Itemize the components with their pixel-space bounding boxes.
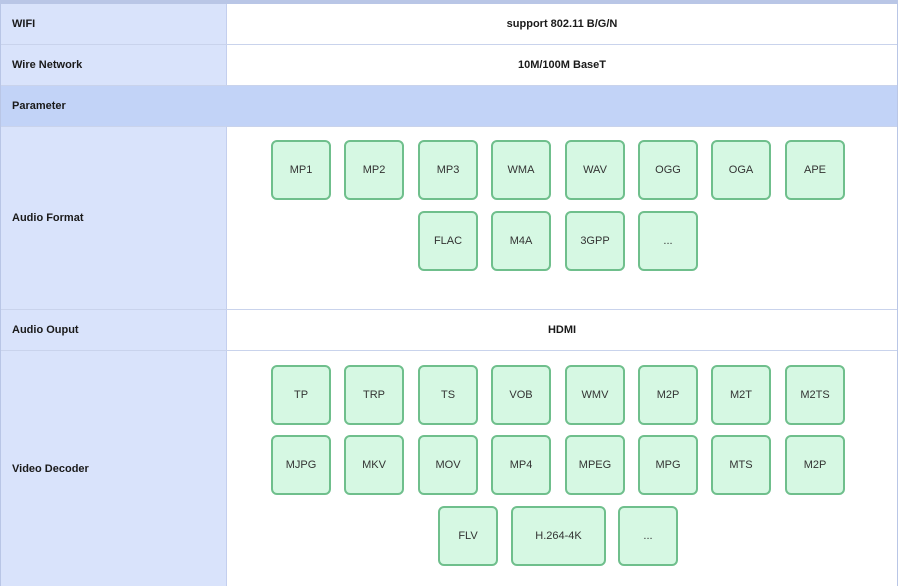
format-chip: WAV	[565, 140, 625, 200]
section-header-parameter: Parameter	[1, 86, 897, 127]
format-chip: M4A	[491, 211, 551, 271]
video-decoder-chips: TP TRP TS VOB WMV M2P M2T M2TS MJPG MKV …	[227, 351, 897, 586]
format-chip: WMA	[491, 140, 551, 200]
format-chip: MTS	[711, 435, 771, 495]
format-chip: VOB	[491, 365, 551, 425]
format-chip: TRP	[344, 365, 404, 425]
row-label: WIFI	[1, 4, 227, 44]
format-chip: MP4	[491, 435, 551, 495]
row-wire-network: Wire Network 10M/100M BaseT	[1, 45, 897, 86]
format-chip: MP1	[271, 140, 331, 200]
format-chip: TS	[418, 365, 478, 425]
format-chip: MPG	[638, 435, 698, 495]
row-label: Video Decoder	[1, 351, 227, 586]
format-chip: FLV	[438, 506, 498, 566]
format-chip: TP	[271, 365, 331, 425]
row-value: HDMI	[547, 324, 577, 336]
format-chip: APE	[785, 140, 845, 200]
format-chip: MPEG	[565, 435, 625, 495]
format-chip: H.264-4K	[511, 506, 606, 566]
format-chip: OGA	[711, 140, 771, 200]
row-video-decoder: Video Decoder TP TRP TS VOB WMV M2P M2T …	[1, 351, 897, 586]
row-wifi: WIFI support 802.11 B/G/N	[1, 4, 897, 45]
format-chip: WMV	[565, 365, 625, 425]
row-label: Wire Network	[1, 45, 227, 85]
format-chip: M2P	[785, 435, 845, 495]
section-header-label: Parameter	[12, 100, 66, 112]
format-chip: M2TS	[785, 365, 845, 425]
format-chip: FLAC	[418, 211, 478, 271]
format-chip: MKV	[344, 435, 404, 495]
row-label: Audio Format	[1, 127, 227, 309]
row-audio-format: Audio Format MP1 MP2 MP3 WMA WAV OGG OGA…	[1, 127, 897, 310]
format-chip: ...	[618, 506, 678, 566]
format-chip: MOV	[418, 435, 478, 495]
row-value: support 802.11 B/G/N	[506, 18, 618, 30]
spec-table: WIFI support 802.11 B/G/N Wire Network 1…	[0, 0, 898, 586]
format-chip: 3GPP	[565, 211, 625, 271]
format-chip: M2T	[711, 365, 771, 425]
row-audio-output: Audio Ouput HDMI	[1, 310, 897, 351]
audio-format-chips: MP1 MP2 MP3 WMA WAV OGG OGA APE FLAC M4A…	[227, 127, 897, 309]
format-chip: OGG	[638, 140, 698, 200]
format-chip: ...	[638, 211, 698, 271]
format-chip: M2P	[638, 365, 698, 425]
format-chip: MJPG	[271, 435, 331, 495]
format-chip: MP2	[344, 140, 404, 200]
row-label: Audio Ouput	[1, 310, 227, 350]
row-value: 10M/100M BaseT	[517, 59, 607, 71]
format-chip: MP3	[418, 140, 478, 200]
